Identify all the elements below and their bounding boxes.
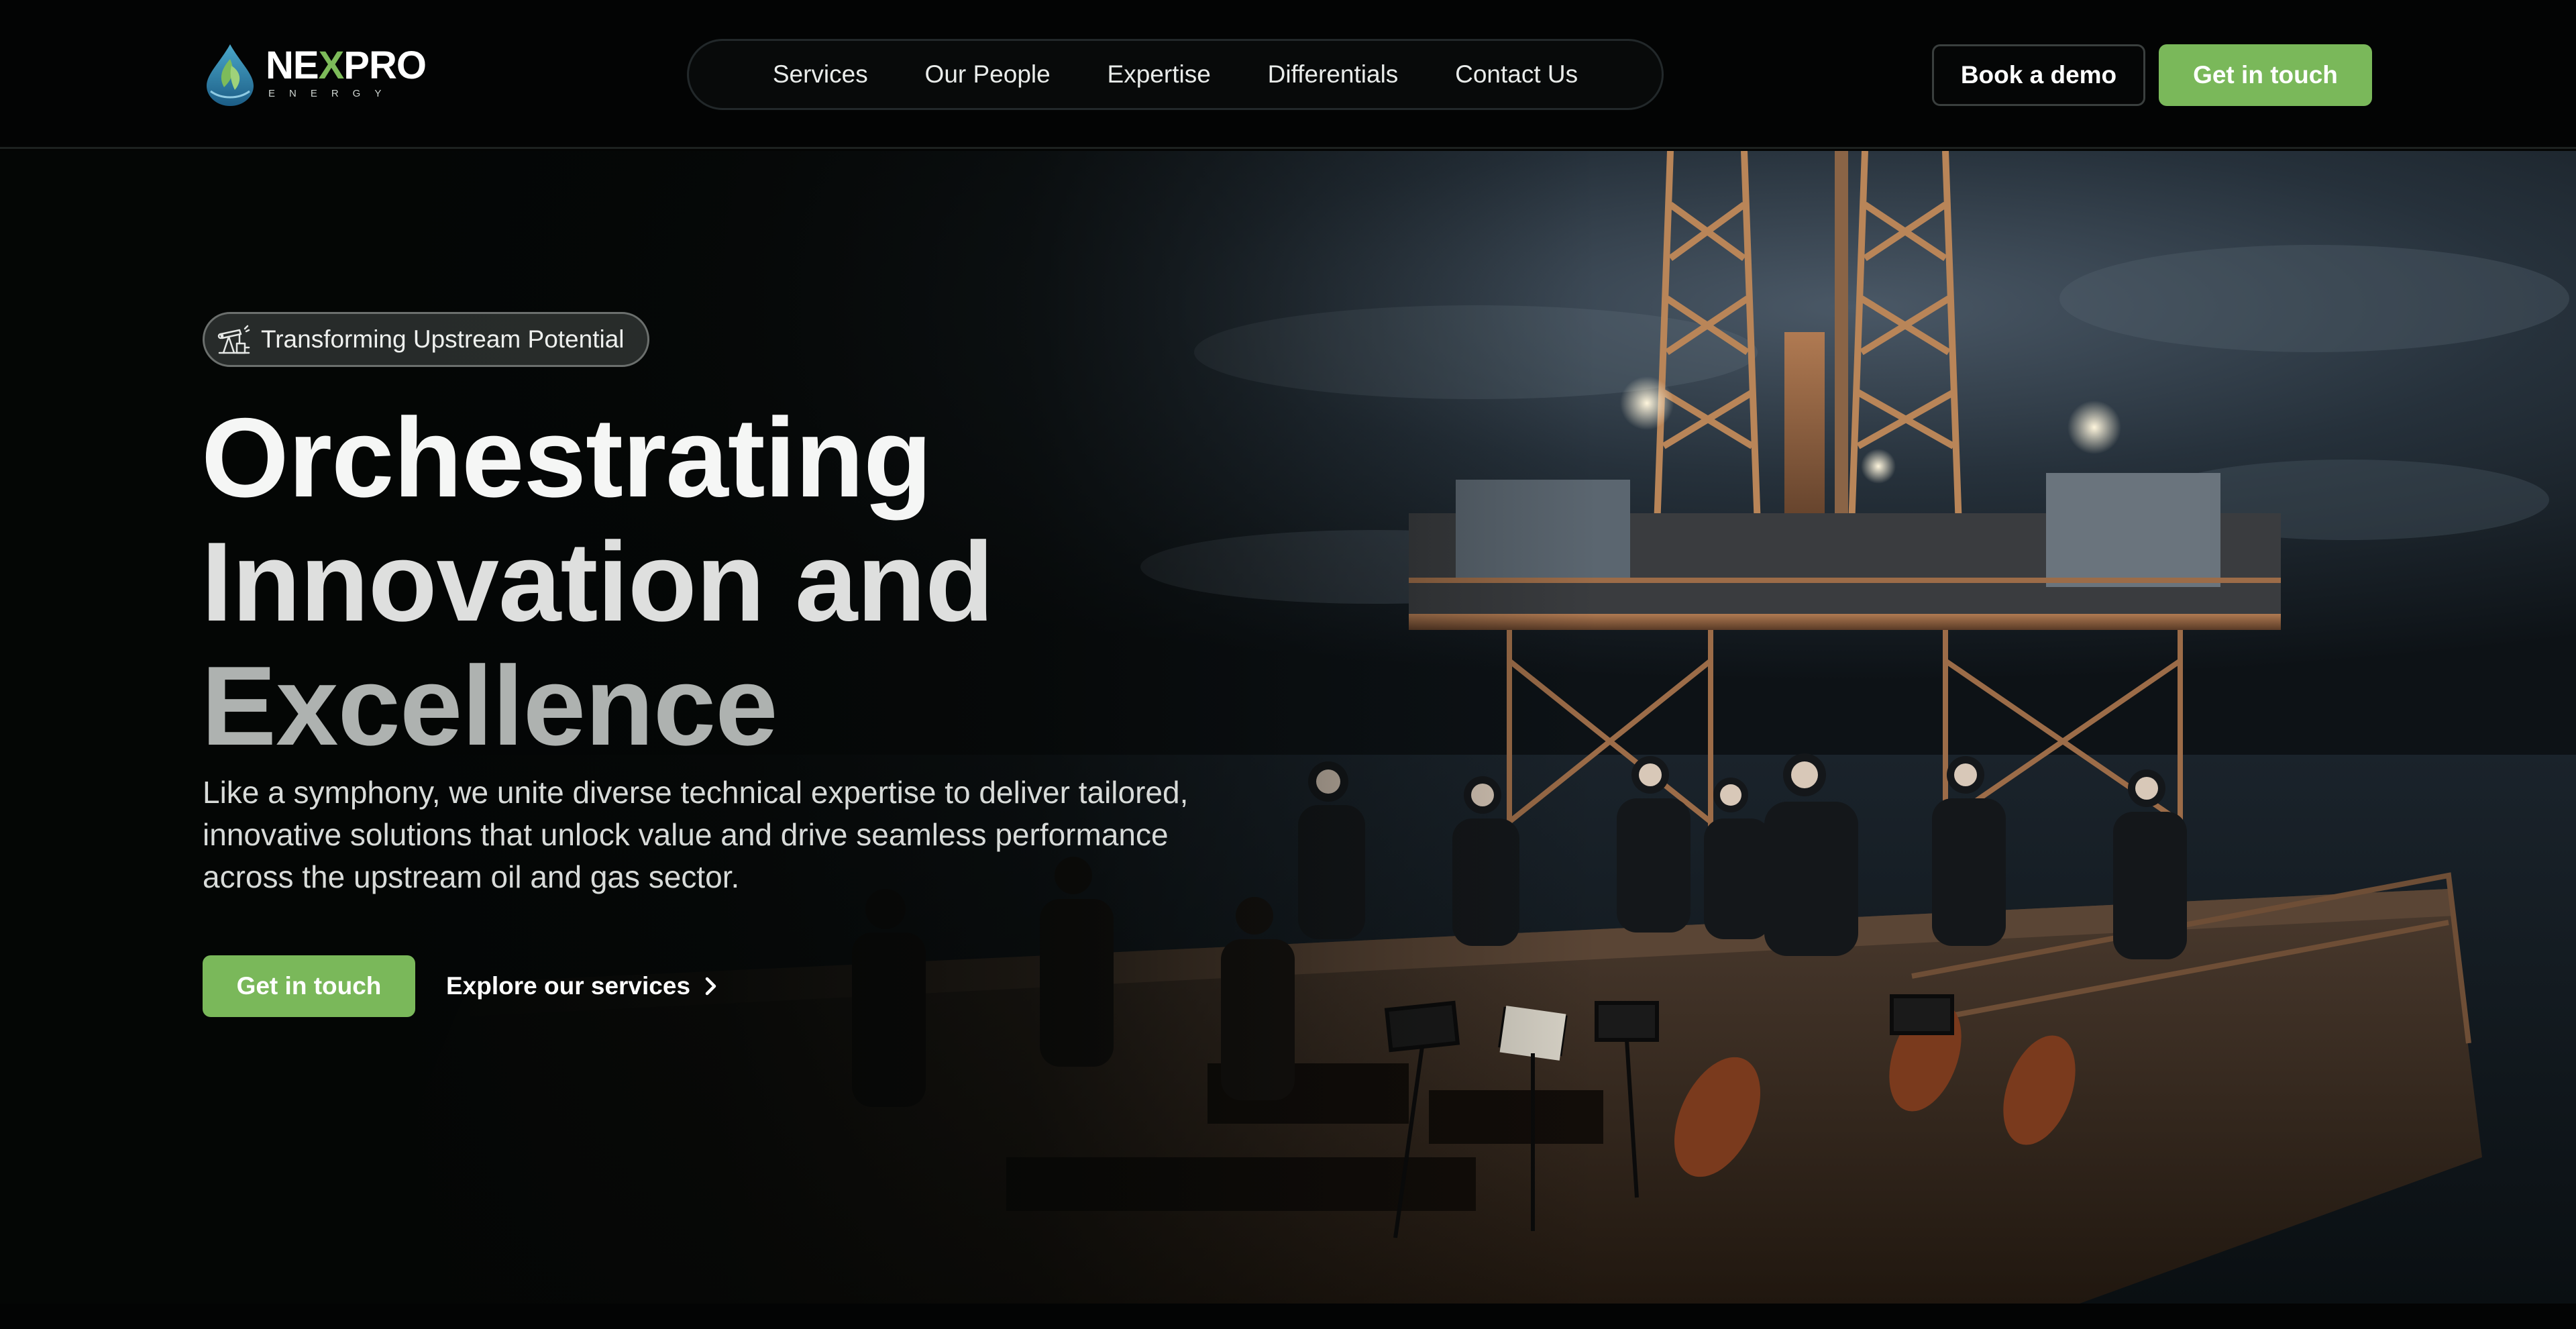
hero-title-line-3: Excellence	[201, 643, 778, 769]
get-in-touch-hero-button[interactable]: Get in touch	[203, 955, 415, 1017]
hero-title-line-1: Orchestrating	[201, 394, 932, 521]
explore-services-link[interactable]: Explore our services	[446, 955, 720, 1017]
nexpro-logo[interactable]: NEXPRO ENERGY	[201, 39, 427, 106]
explore-services-label: Explore our services	[446, 972, 691, 1000]
site-header: NEXPRO ENERGY Services Our People Expert…	[0, 0, 2576, 149]
drop-leaf-logo-icon	[207, 44, 254, 106]
hero-title-line-2: Innovation and	[201, 519, 994, 645]
nav-our-people[interactable]: Our People	[925, 60, 1051, 89]
nav-differentials[interactable]: Differentials	[1268, 60, 1399, 89]
tagline-text: Transforming Upstream Potential	[261, 325, 625, 353]
get-in-touch-header-button[interactable]: Get in touch	[2159, 44, 2372, 106]
nav-services[interactable]: Services	[773, 60, 868, 89]
tagline-badge: Transforming Upstream Potential	[203, 312, 649, 367]
main-nav: Services Our People Expertise Differenti…	[687, 39, 1664, 110]
book-demo-button[interactable]: Book a demo	[1932, 44, 2145, 106]
hero-section: Transforming Upstream Potential Orchestr…	[0, 151, 2576, 1304]
bottom-edge	[0, 1304, 2576, 1329]
hero-title: Orchestrating Innovation and Excellence	[201, 396, 1342, 768]
oil-pumpjack-icon	[217, 325, 250, 354]
logo-wordmark: NEXPRO	[266, 43, 427, 87]
nav-contact-us[interactable]: Contact Us	[1455, 60, 1578, 89]
logo-subtitle: ENERGY	[268, 87, 396, 99]
hero-description: Like a symphony, we unite diverse techni…	[203, 775, 1189, 894]
chevron-right-icon	[705, 977, 716, 996]
nav-expertise[interactable]: Expertise	[1108, 60, 1211, 89]
